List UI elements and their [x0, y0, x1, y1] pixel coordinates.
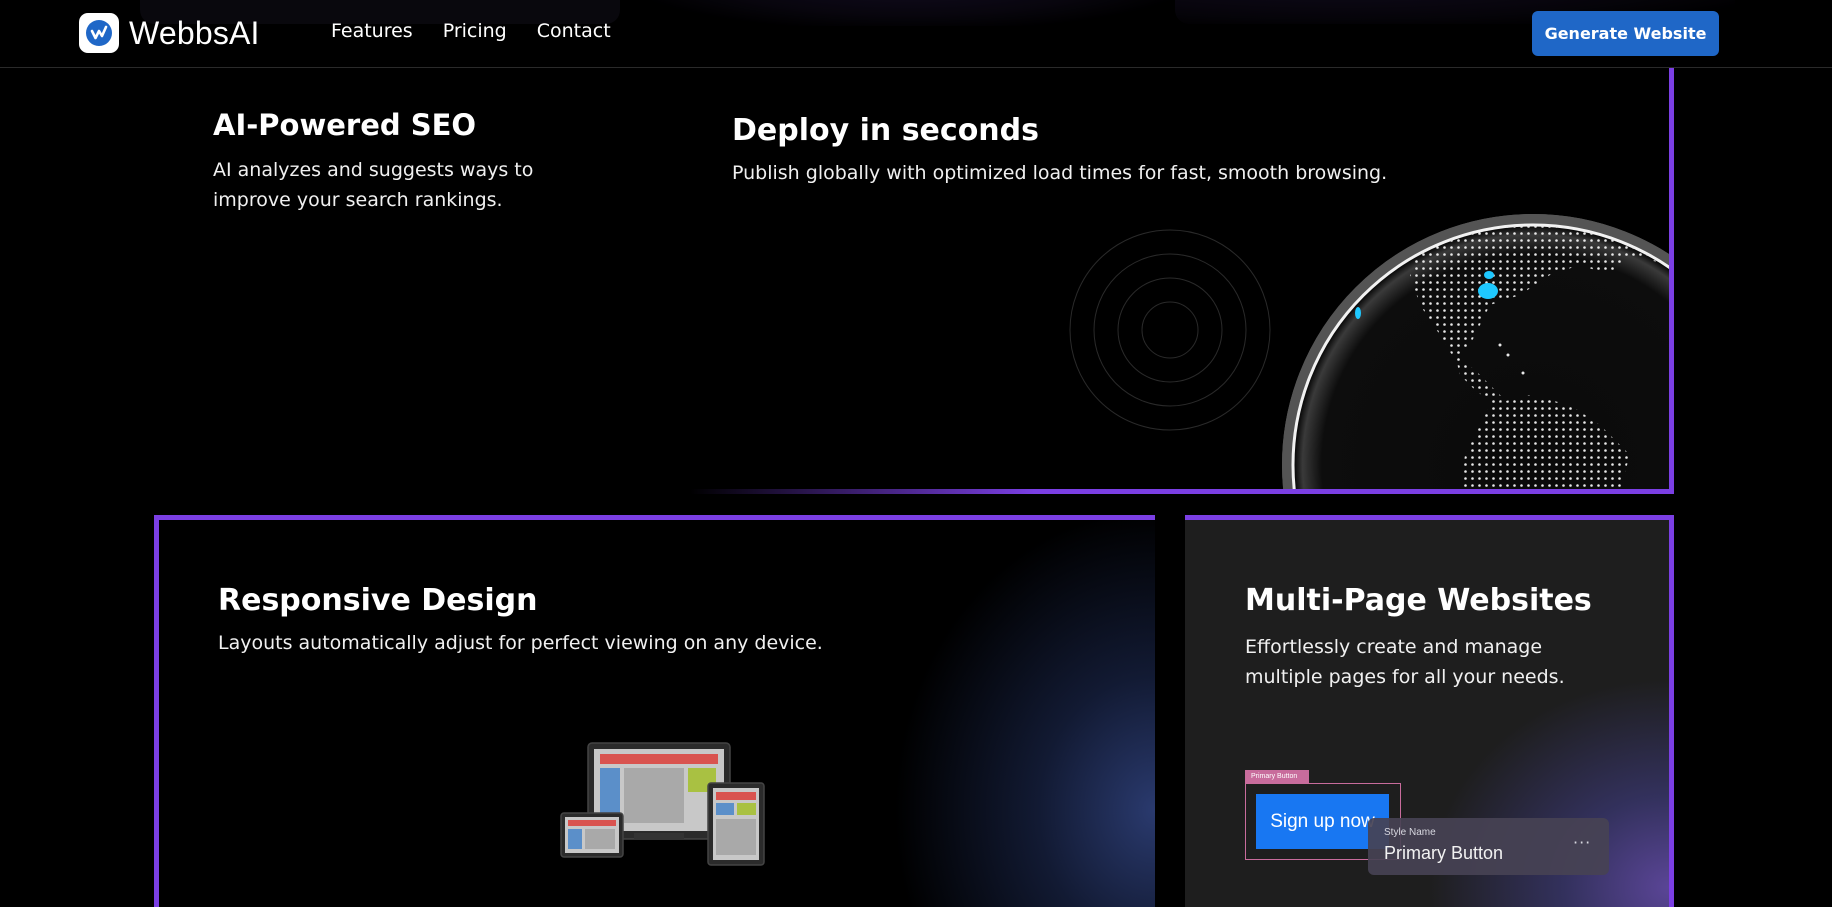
card-border-bottom — [690, 489, 1674, 494]
deploy-card-title: Deploy in seconds — [732, 113, 1039, 148]
nav-link-features[interactable]: Features — [331, 20, 413, 42]
brand-name: WebbsAI — [129, 14, 260, 51]
style-name-label: Style Name — [1384, 827, 1436, 838]
nav-link-contact[interactable]: Contact — [537, 20, 611, 42]
card-gap — [1155, 515, 1185, 907]
brand-logo[interactable]: WebbsAI — [79, 13, 260, 53]
radar-rings-graphic — [1069, 229, 1271, 431]
more-options-icon[interactable]: ··· — [1573, 833, 1591, 852]
seo-card-description: AI analyzes and suggests ways to improve… — [213, 159, 534, 211]
deploy-card-description: Publish globally with optimized load tim… — [732, 162, 1388, 184]
primary-button-tag: Primary Button — [1245, 770, 1309, 783]
nav-link-pricing[interactable]: Pricing — [443, 20, 507, 42]
card-border-right — [1669, 68, 1674, 494]
generate-website-button[interactable]: Generate Website — [1532, 11, 1719, 56]
style-name-value: Primary Button — [1384, 843, 1504, 863]
responsive-devices-illustration — [560, 742, 765, 866]
seo-card-title: AI-Powered SEO — [213, 108, 477, 142]
responsive-card-title: Responsive Design — [218, 583, 538, 618]
logo-icon — [79, 13, 119, 53]
multi-page-card-description: Effortlessly create and manage multiple … — [1245, 636, 1565, 688]
style-name-panel[interactable]: Style Name Primary Button ··· — [1368, 818, 1609, 875]
navbar: WebbsAI Features Pricing Contact Generat… — [0, 0, 1832, 68]
responsive-card-description: Layouts automatically adjust for perfect… — [218, 632, 823, 654]
nav-links: Features Pricing Contact — [331, 20, 611, 42]
multi-page-card-title: Multi-Page Websites — [1245, 583, 1592, 618]
globe-graphic — [1280, 195, 1669, 489]
